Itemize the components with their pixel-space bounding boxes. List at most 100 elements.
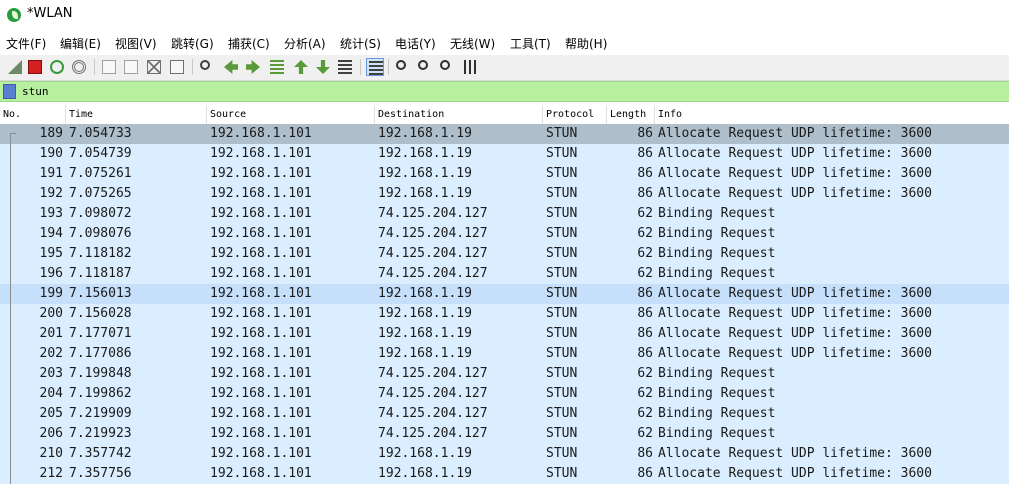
column-header-destination[interactable]: Destination: [375, 105, 543, 125]
packet-protocol: STUN: [546, 306, 578, 321]
go-forward-button[interactable]: [244, 58, 262, 76]
packet-row[interactable]: 204 7.199862 192.168.1.101 74.125.204.127 ST…: [0, 384, 1009, 404]
menu-analyze[interactable]: 分析(A): [284, 35, 326, 52]
column-header-info[interactable]: Info: [655, 105, 1009, 125]
go-last-packet-button[interactable]: [314, 58, 332, 76]
packet-time: 7.177071: [69, 326, 132, 341]
capture-options-gear-button[interactable]: [70, 58, 88, 76]
filter-bookmark-icon[interactable]: [3, 84, 16, 99]
packet-source: 192.168.1.101: [210, 466, 312, 481]
capture-options-gear-icon: [72, 60, 86, 74]
save-file-button[interactable]: [122, 58, 140, 76]
zoom-out-icon: [418, 60, 428, 70]
colorize-button[interactable]: [366, 58, 384, 76]
menu-telephony[interactable]: 电话(Y): [395, 35, 436, 52]
go-back-icon: [224, 60, 238, 74]
packet-time: 7.156028: [69, 306, 132, 321]
start-capture-fin-button[interactable]: [6, 58, 24, 76]
column-header-no[interactable]: No.: [0, 105, 66, 125]
packet-row[interactable]: 210 7.357742 192.168.1.101 192.168.1.19 STUN…: [0, 444, 1009, 464]
packet-row[interactable]: 194 7.098076 192.168.1.101 74.125.204.127 ST…: [0, 224, 1009, 244]
packet-row[interactable]: 196 7.118187 192.168.1.101 74.125.204.127 ST…: [0, 264, 1009, 284]
menu-file[interactable]: 文件(F): [6, 35, 46, 52]
resize-columns-button[interactable]: [462, 58, 480, 76]
close-file-button[interactable]: [145, 58, 163, 76]
display-filter-input[interactable]: [20, 83, 1009, 100]
packet-source: 192.168.1.101: [210, 266, 312, 281]
packet-row[interactable]: 191 7.075261 192.168.1.101 192.168.1.19 STUN…: [0, 164, 1009, 184]
packet-row[interactable]: 195 7.118182 192.168.1.101 74.125.204.127 ST…: [0, 244, 1009, 264]
display-filter-bar: [0, 81, 1009, 102]
packet-time: 7.118182: [69, 246, 132, 261]
packet-protocol: STUN: [546, 246, 578, 261]
packet-protocol: STUN: [546, 446, 578, 461]
go-first-packet-button[interactable]: [292, 58, 310, 76]
menu-view[interactable]: 视图(V): [115, 35, 157, 52]
column-header-source[interactable]: Source: [207, 105, 375, 125]
autoscroll-icon: [338, 60, 352, 74]
packet-row[interactable]: 201 7.177071 192.168.1.101 192.168.1.19 STUN…: [0, 324, 1009, 344]
packet-row[interactable]: 190 7.054739 192.168.1.101 192.168.1.19 STUN…: [0, 144, 1009, 164]
zoom-normal-button[interactable]: [438, 58, 456, 76]
packet-row[interactable]: 202 7.177086 192.168.1.101 192.168.1.19 STUN…: [0, 344, 1009, 364]
column-header-length[interactable]: Length: [607, 105, 655, 125]
packet-list-header: No. Time Source Destination Protocol Len…: [0, 105, 1009, 126]
go-back-button[interactable]: [222, 58, 240, 76]
open-file-button[interactable]: [100, 58, 118, 76]
packet-length: 62: [637, 246, 653, 261]
menu-statistics[interactable]: 统计(S): [340, 35, 381, 52]
packet-time: 7.075261: [69, 166, 132, 181]
packet-source: 192.168.1.101: [210, 186, 312, 201]
restart-capture-button[interactable]: [48, 58, 66, 76]
menu-edit[interactable]: 编辑(E): [60, 35, 101, 52]
packet-source: 192.168.1.101: [210, 206, 312, 221]
packet-protocol: STUN: [546, 186, 578, 201]
packet-time: 7.219909: [69, 406, 132, 421]
packet-row[interactable]: 189 7.054733 192.168.1.101 192.168.1.19 STUN…: [0, 124, 1009, 144]
packet-protocol: STUN: [546, 226, 578, 241]
zoom-in-button[interactable]: [394, 58, 412, 76]
menu-wireless[interactable]: 无线(W): [450, 35, 495, 52]
packet-destination: 192.168.1.19: [378, 446, 472, 461]
find-packet-button[interactable]: [198, 58, 216, 76]
packet-destination: 74.125.204.127: [378, 386, 488, 401]
packet-length: 86: [637, 286, 653, 301]
packet-protocol: STUN: [546, 206, 578, 221]
toolbar-separator: [94, 59, 95, 75]
packet-row[interactable]: 203 7.199848 192.168.1.101 74.125.204.127 ST…: [0, 364, 1009, 384]
packet-row[interactable]: 199 7.156013 192.168.1.101 192.168.1.19 STUN…: [0, 284, 1009, 304]
restart-capture-icon: [50, 60, 64, 74]
packet-info: Allocate Request UDP lifetime: 3600: [658, 126, 932, 141]
menu-bar: 文件(F) 编辑(E) 视图(V) 跳转(G) 捕获(C) 分析(A) 统计(S…: [0, 31, 1009, 56]
packet-list[interactable]: 189 7.054733 192.168.1.101 192.168.1.19 STUN…: [0, 124, 1009, 484]
menu-tools[interactable]: 工具(T): [510, 35, 551, 52]
packet-destination: 192.168.1.19: [378, 166, 472, 181]
packet-time: 7.054733: [69, 126, 132, 141]
reload-file-button[interactable]: [168, 58, 186, 76]
packet-protocol: STUN: [546, 406, 578, 421]
save-file-icon: [124, 60, 138, 74]
autoscroll-button[interactable]: [336, 58, 354, 76]
column-header-protocol[interactable]: Protocol: [543, 105, 607, 125]
packet-row[interactable]: 192 7.075265 192.168.1.101 192.168.1.19 STUN…: [0, 184, 1009, 204]
packet-protocol: STUN: [546, 166, 578, 181]
packet-info: Allocate Request UDP lifetime: 3600: [658, 346, 932, 361]
menu-capture[interactable]: 捕获(C): [228, 35, 270, 52]
zoom-out-button[interactable]: [416, 58, 434, 76]
packet-protocol: STUN: [546, 466, 578, 481]
packet-length: 62: [637, 226, 653, 241]
go-to-packet-button[interactable]: [268, 58, 286, 76]
menu-help[interactable]: 帮助(H): [565, 35, 607, 52]
packet-length: 86: [637, 346, 653, 361]
column-header-time[interactable]: Time: [66, 105, 207, 125]
packet-row[interactable]: 212 7.357756 192.168.1.101 192.168.1.19 STUN…: [0, 464, 1009, 484]
packet-destination: 192.168.1.19: [378, 286, 472, 301]
packet-row[interactable]: 193 7.098072 192.168.1.101 74.125.204.127 ST…: [0, 204, 1009, 224]
packet-row[interactable]: 200 7.156028 192.168.1.101 192.168.1.19 STUN…: [0, 304, 1009, 324]
packet-source: 192.168.1.101: [210, 406, 312, 421]
packet-time: 7.156013: [69, 286, 132, 301]
packet-row[interactable]: 205 7.219909 192.168.1.101 74.125.204.127 ST…: [0, 404, 1009, 424]
packet-row[interactable]: 206 7.219923 192.168.1.101 74.125.204.127 ST…: [0, 424, 1009, 444]
menu-go[interactable]: 跳转(G): [171, 35, 214, 52]
stop-capture-button[interactable]: [26, 58, 44, 76]
